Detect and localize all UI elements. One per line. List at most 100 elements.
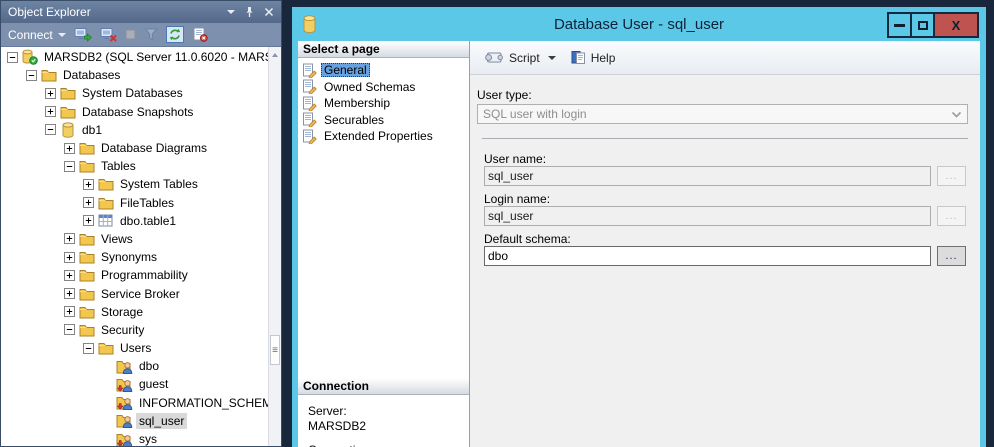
tree-item-database-diagrams[interactable]: Database Diagrams bbox=[1, 139, 281, 157]
expand-icon[interactable] bbox=[64, 233, 75, 244]
refresh-icon[interactable] bbox=[166, 26, 184, 43]
pin-icon[interactable] bbox=[244, 6, 255, 18]
expand-icon[interactable] bbox=[64, 270, 75, 281]
user-deny-icon bbox=[116, 376, 133, 392]
help-button[interactable]: Help bbox=[566, 47, 620, 68]
tree-item-service-broker[interactable]: Service Broker bbox=[1, 284, 281, 302]
tree-item-filetables[interactable]: FileTables bbox=[1, 194, 281, 212]
expander-spacer bbox=[102, 379, 113, 390]
tree-item-sys[interactable]: sys bbox=[1, 430, 281, 446]
tree-item-programmability[interactable]: Programmability bbox=[1, 266, 281, 284]
folder-icon bbox=[97, 340, 114, 356]
page-item-extended-properties[interactable]: Extended Properties bbox=[298, 128, 469, 145]
script-error-icon[interactable] bbox=[192, 27, 208, 42]
scroll-icon bbox=[484, 51, 504, 65]
page-icon bbox=[302, 96, 317, 111]
scroll-up-icon[interactable] bbox=[269, 49, 281, 61]
page-item-label: Securables bbox=[321, 113, 387, 127]
collapse-icon[interactable] bbox=[7, 52, 18, 63]
login-name-field bbox=[484, 206, 931, 226]
page-item-general[interactable]: General bbox=[298, 62, 469, 79]
expander-spacer bbox=[102, 397, 113, 408]
expand-icon[interactable] bbox=[83, 197, 94, 208]
tree-item-information-schem[interactable]: INFORMATION_SCHEM bbox=[1, 394, 281, 412]
maximize-button[interactable] bbox=[910, 12, 935, 38]
expand-icon[interactable] bbox=[64, 306, 75, 317]
page-list: GeneralOwned SchemasMembershipSecurables… bbox=[298, 58, 469, 378]
tree-item-views[interactable]: Views bbox=[1, 230, 281, 248]
collapse-icon[interactable] bbox=[83, 343, 94, 354]
object-explorer-title: Object Explorer bbox=[8, 5, 227, 19]
tree-item-system-databases[interactable]: System Databases bbox=[1, 84, 281, 102]
tree-item-security[interactable]: Security bbox=[1, 321, 281, 339]
help-icon bbox=[570, 50, 586, 65]
object-explorer-tree: ≡ MARSDB2 (SQL Server 11.0.6020 - MARSDD… bbox=[1, 47, 281, 446]
expander-spacer bbox=[102, 434, 113, 445]
tree-item-database-snapshots[interactable]: Database Snapshots bbox=[1, 103, 281, 121]
folder-icon bbox=[97, 195, 114, 211]
tree-item-users[interactable]: Users bbox=[1, 339, 281, 357]
collapse-icon[interactable] bbox=[64, 161, 75, 172]
tree-item-tables[interactable]: Tables bbox=[1, 157, 281, 175]
object-explorer-toolbar: Connect bbox=[1, 23, 281, 47]
tree-item-synonyms[interactable]: Synonyms bbox=[1, 248, 281, 266]
close-button[interactable]: X bbox=[933, 12, 979, 38]
default-schema-browse-button[interactable]: ... bbox=[937, 246, 966, 266]
folder-icon bbox=[78, 286, 95, 302]
folder-icon bbox=[78, 249, 95, 265]
database-icon bbox=[302, 15, 317, 34]
stop-icon[interactable] bbox=[125, 29, 136, 40]
table-icon bbox=[97, 213, 114, 229]
expand-icon[interactable] bbox=[64, 288, 75, 299]
folder-icon bbox=[78, 231, 95, 247]
tree-item-label: dbo bbox=[136, 358, 162, 374]
select-a-page-header: Select a page bbox=[298, 41, 469, 58]
tree-scrollbar[interactable]: ≡ bbox=[268, 47, 281, 446]
expand-icon[interactable] bbox=[83, 179, 94, 190]
filter-icon[interactable] bbox=[144, 28, 158, 41]
folder-icon bbox=[78, 304, 95, 320]
script-button[interactable]: Script bbox=[480, 48, 544, 68]
expand-icon[interactable] bbox=[64, 252, 75, 263]
minimize-button[interactable] bbox=[887, 12, 912, 38]
tree-item-dbo-table1[interactable]: dbo.table1 bbox=[1, 212, 281, 230]
folder-icon bbox=[78, 140, 95, 156]
page-item-owned-schemas[interactable]: Owned Schemas bbox=[298, 79, 469, 96]
connect-button[interactable]: Connect bbox=[8, 28, 66, 42]
tree-item-label: Views bbox=[98, 231, 136, 247]
tree-item-databases[interactable]: Databases bbox=[1, 66, 281, 84]
default-schema-field[interactable] bbox=[484, 246, 931, 266]
page-item-membership[interactable]: Membership bbox=[298, 95, 469, 112]
tree-item-guest[interactable]: guest bbox=[1, 375, 281, 393]
expand-icon[interactable] bbox=[45, 106, 56, 117]
disconnect-server-icon[interactable] bbox=[100, 27, 117, 42]
close-icon[interactable] bbox=[264, 7, 274, 17]
dialog-main-pane: Script Help User type: SQL user with log… bbox=[470, 41, 980, 447]
tree-item-label: Databases bbox=[60, 67, 123, 83]
page-item-securables[interactable]: Securables bbox=[298, 112, 469, 129]
connect-server-icon[interactable] bbox=[74, 27, 92, 42]
tree-item-marsdb2-sql-server-11-0-6020-m[interactable]: MARSDB2 (SQL Server 11.0.6020 - MARSD bbox=[1, 48, 281, 66]
collapse-icon[interactable] bbox=[64, 324, 75, 335]
tree-item-system-tables[interactable]: System Tables bbox=[1, 175, 281, 193]
window-position-icon[interactable] bbox=[227, 10, 235, 14]
expand-icon[interactable] bbox=[45, 88, 56, 99]
tree-item-db1[interactable]: db1 bbox=[1, 121, 281, 139]
dialog-toolbar: Script Help bbox=[470, 41, 980, 75]
collapse-icon[interactable] bbox=[45, 124, 56, 135]
collapse-icon[interactable] bbox=[26, 70, 37, 81]
tree-item-label: Database Diagrams bbox=[98, 140, 210, 156]
expander-spacer bbox=[102, 361, 113, 372]
folder-icon bbox=[78, 158, 95, 174]
user-name-label: User name: bbox=[484, 152, 546, 166]
user-icon bbox=[116, 413, 133, 429]
script-dropdown-caret[interactable] bbox=[548, 56, 556, 60]
folder-icon bbox=[78, 322, 95, 338]
expand-icon[interactable] bbox=[83, 215, 94, 226]
tree-item-dbo[interactable]: dbo bbox=[1, 357, 281, 375]
scrollbar-thumb[interactable]: ≡ bbox=[270, 335, 280, 365]
expand-icon[interactable] bbox=[64, 143, 75, 154]
login-name-label: Login name: bbox=[484, 192, 550, 206]
tree-item-sql-user[interactable]: sql_user bbox=[1, 412, 281, 430]
tree-item-storage[interactable]: Storage bbox=[1, 303, 281, 321]
